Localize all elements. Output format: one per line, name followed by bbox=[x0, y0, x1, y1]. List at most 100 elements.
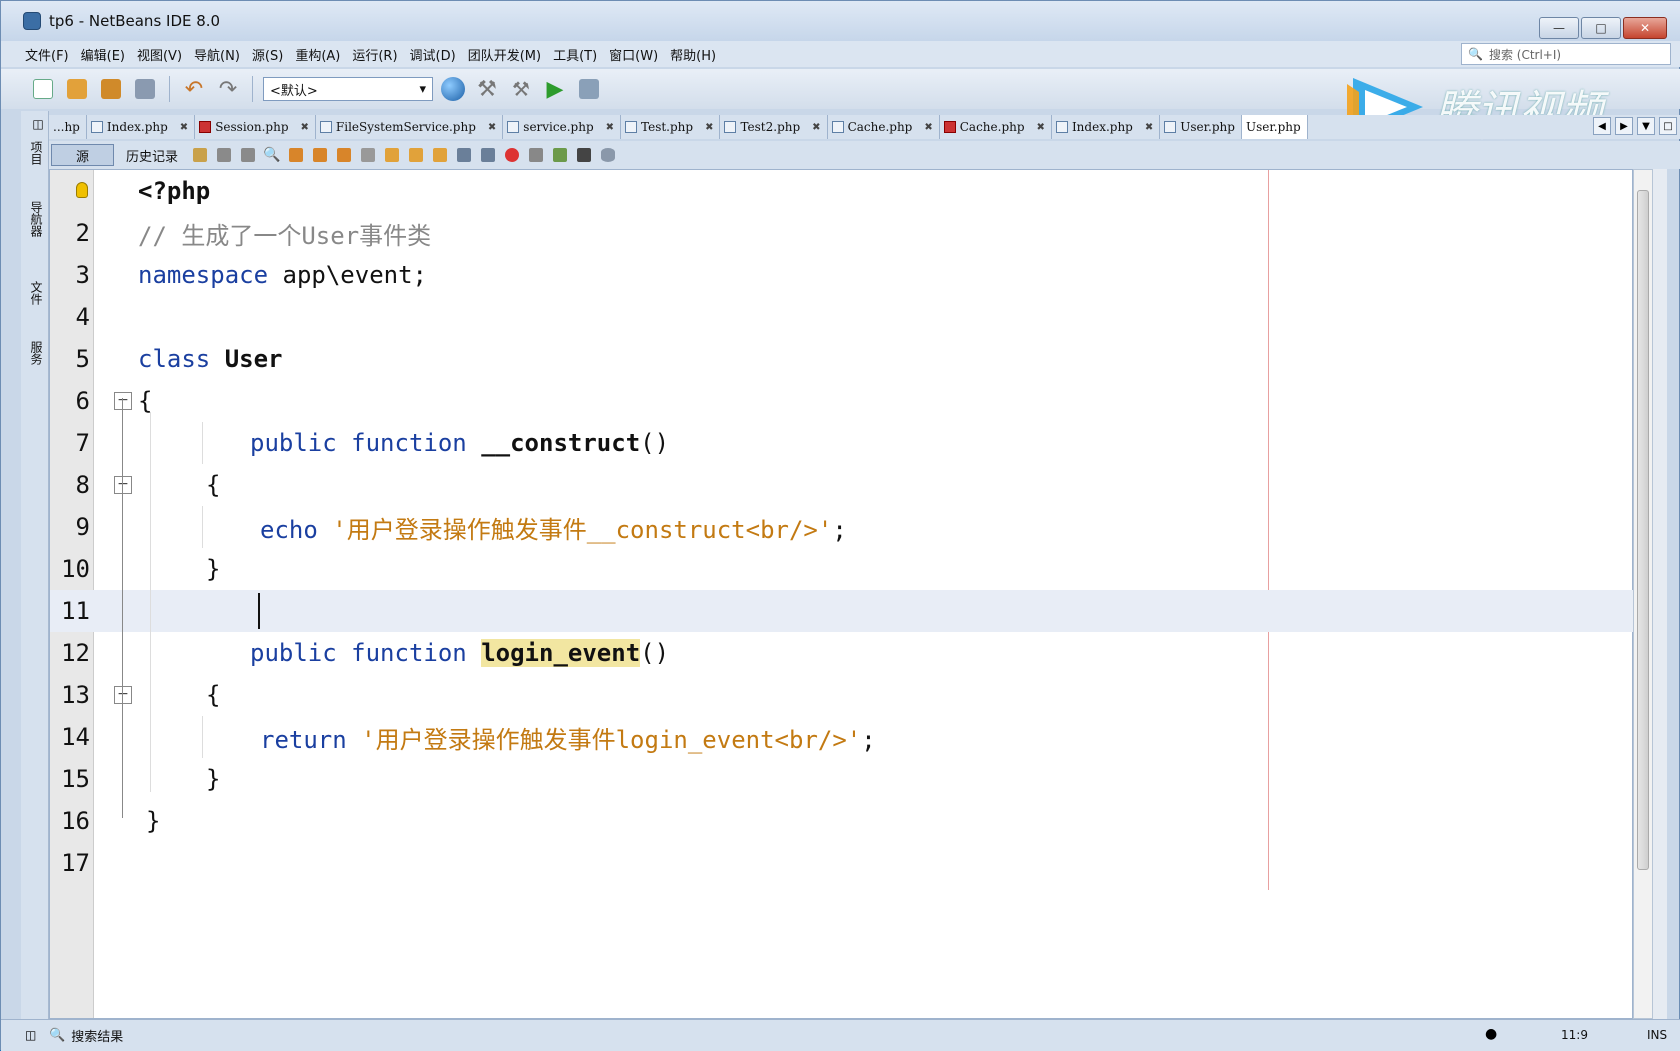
minimize-button[interactable]: — bbox=[1539, 17, 1579, 39]
fold-collapse-icon[interactable]: − bbox=[114, 392, 132, 410]
tab-file[interactable]: Test2.php ✖ bbox=[720, 115, 828, 139]
shift-left-button[interactable] bbox=[454, 146, 474, 164]
tab-file[interactable]: ...hp bbox=[49, 115, 87, 139]
menu-team[interactable]: 团队开发(M) bbox=[468, 45, 541, 64]
shift-right-button[interactable] bbox=[478, 146, 498, 164]
function-name: __construct bbox=[466, 429, 641, 457]
close-tab-icon[interactable]: ✖ bbox=[812, 122, 820, 133]
code-text: echo '用户登录操作触发事件__construct<br/>'; bbox=[260, 510, 847, 545]
close-tab-icon[interactable]: ✖ bbox=[1145, 122, 1153, 133]
maximize-editor-icon[interactable]: □ bbox=[1659, 117, 1677, 135]
toggle-bookmark-button[interactable] bbox=[430, 146, 450, 164]
stop-macro-button[interactable] bbox=[526, 146, 546, 164]
history-mode-button[interactable]: 历史记录 bbox=[118, 144, 186, 166]
menu-edit[interactable]: 编辑(E) bbox=[81, 45, 125, 64]
menu-refactor[interactable]: 重构(A) bbox=[295, 45, 340, 64]
side-tab-navigator[interactable]: 导航器 bbox=[25, 201, 45, 237]
new-file-button[interactable] bbox=[29, 75, 57, 103]
save-all-button[interactable] bbox=[131, 75, 159, 103]
tab-file[interactable]: Session.php ✖ bbox=[195, 115, 316, 139]
build-button[interactable]: ⚒ bbox=[473, 75, 501, 103]
start-macro-button[interactable] bbox=[502, 146, 522, 164]
function-name-highlighted: login_event bbox=[481, 639, 641, 667]
close-tab-icon[interactable]: ✖ bbox=[705, 122, 713, 133]
prev-bookmark-button[interactable] bbox=[382, 146, 402, 164]
toggle-rect-select-button[interactable] bbox=[358, 146, 378, 164]
menu-window[interactable]: 窗口(W) bbox=[609, 45, 658, 64]
restore-window-icon[interactable]: ◫ bbox=[25, 1028, 36, 1042]
configuration-select[interactable]: <默认> ▾ bbox=[263, 77, 433, 101]
side-tab-restore-icon[interactable]: ◫ bbox=[25, 117, 45, 131]
source-mode-button[interactable]: 源 bbox=[51, 144, 115, 166]
tab-file[interactable]: User.php bbox=[1160, 115, 1242, 139]
tab-file[interactable]: Cache.php ✖ bbox=[828, 115, 940, 139]
new-project-button[interactable] bbox=[63, 75, 91, 103]
code-line: 16 } bbox=[50, 800, 1634, 842]
tab-scroll-left-icon[interactable]: ◀ bbox=[1593, 117, 1611, 135]
menu-help[interactable]: 帮助(H) bbox=[670, 45, 716, 64]
notification-icon[interactable]: ● bbox=[1485, 1026, 1497, 1042]
side-tab-files[interactable]: 文件 bbox=[25, 281, 45, 305]
search-results-tab[interactable]: 🔍 搜索结果 bbox=[49, 1026, 123, 1045]
close-tab-icon[interactable]: ✖ bbox=[924, 122, 932, 133]
indent-guide bbox=[202, 716, 203, 758]
find-next-button[interactable] bbox=[310, 146, 330, 164]
code-line: 13 − { bbox=[50, 674, 1634, 716]
side-tab-services[interactable]: 服务 bbox=[25, 341, 45, 365]
menu-debug[interactable]: 调试(D) bbox=[410, 45, 456, 64]
find-previous-button[interactable] bbox=[286, 146, 306, 164]
uncomment-button[interactable] bbox=[574, 146, 594, 164]
code-text: public function login_event() bbox=[250, 639, 669, 667]
quick-search-field[interactable]: 🔍 搜索 (Ctrl+I) bbox=[1461, 43, 1671, 65]
hint-bulb-icon[interactable] bbox=[76, 182, 88, 198]
menu-view[interactable]: 视图(V) bbox=[137, 45, 182, 64]
tab-file-active[interactable]: User.php bbox=[1241, 115, 1308, 139]
run-button[interactable]: ▶ bbox=[541, 75, 569, 103]
php-file-icon bbox=[724, 121, 737, 133]
close-button[interactable]: ✕ bbox=[1623, 17, 1667, 39]
menu-file[interactable]: 文件(F) bbox=[25, 45, 69, 64]
debug-button[interactable] bbox=[575, 75, 603, 103]
redo-button[interactable]: ↷ bbox=[214, 75, 242, 103]
menu-run[interactable]: 运行(R) bbox=[352, 45, 397, 64]
code-text: { bbox=[206, 471, 221, 499]
maximize-button[interactable]: □ bbox=[1581, 17, 1621, 39]
close-tab-icon[interactable]: ✖ bbox=[606, 122, 614, 133]
close-tab-icon[interactable]: ✖ bbox=[301, 122, 309, 133]
tab-file[interactable]: Cache.php ✖ bbox=[940, 115, 1052, 139]
run-in-browser-button[interactable] bbox=[439, 75, 467, 103]
menu-tools[interactable]: 工具(T) bbox=[553, 45, 597, 64]
fold-collapse-icon[interactable]: − bbox=[114, 476, 132, 494]
close-tab-icon[interactable]: ✖ bbox=[488, 122, 496, 133]
comment-button[interactable] bbox=[550, 146, 570, 164]
last-edit-button[interactable] bbox=[190, 146, 210, 164]
tab-list-icon[interactable]: ▼ bbox=[1637, 117, 1655, 135]
paren: () bbox=[640, 429, 670, 457]
forward-button[interactable] bbox=[238, 146, 258, 164]
toggle-highlight-button[interactable] bbox=[334, 146, 354, 164]
open-project-button[interactable] bbox=[97, 75, 125, 103]
tab-file[interactable]: service.php ✖ bbox=[503, 115, 622, 139]
search-icon: 🔍 bbox=[49, 1028, 66, 1043]
next-bookmark-button[interactable] bbox=[406, 146, 426, 164]
back-button[interactable] bbox=[214, 146, 234, 164]
tab-file[interactable]: Test.php ✖ bbox=[621, 115, 721, 139]
close-tab-icon[interactable]: ✖ bbox=[180, 122, 188, 133]
vertical-scrollbar[interactable] bbox=[1633, 169, 1653, 1019]
side-tab-projects[interactable]: 项目 bbox=[25, 141, 45, 165]
find-selection-button[interactable]: 🔍 bbox=[262, 146, 282, 164]
tab-file[interactable]: Index.php ✖ bbox=[87, 115, 196, 139]
fold-collapse-icon[interactable]: − bbox=[114, 686, 132, 704]
database-button[interactable] bbox=[598, 146, 618, 164]
menu-navigate[interactable]: 导航(N) bbox=[194, 45, 240, 64]
tab-scroll-right-icon[interactable]: ▶ bbox=[1615, 117, 1633, 135]
scrollbar-thumb[interactable] bbox=[1637, 190, 1649, 870]
code-line: 17 bbox=[50, 842, 1634, 884]
undo-button[interactable]: ↶ bbox=[180, 75, 208, 103]
code-editor[interactable]: <?php 2 // 生成了一个User事件类 3 namespace app\… bbox=[49, 169, 1634, 1019]
clean-build-button[interactable]: ⚒ bbox=[507, 75, 535, 103]
close-tab-icon[interactable]: ✖ bbox=[1037, 122, 1045, 133]
menu-source[interactable]: 源(S) bbox=[252, 45, 283, 64]
tab-file[interactable]: Index.php ✖ bbox=[1052, 115, 1161, 139]
tab-file[interactable]: FileSystemService.php ✖ bbox=[316, 115, 504, 139]
